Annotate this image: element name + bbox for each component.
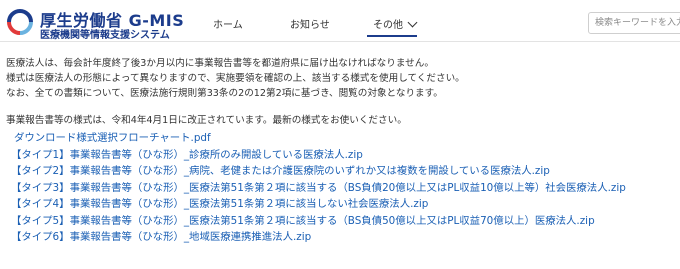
chevron-down-icon — [407, 17, 418, 28]
download-link-type6[interactable]: 【タイプ6】事業報告書等（ひな形）_地域医療連携推進法人.zip — [6, 229, 676, 246]
site-header: 厚生労働省 G-MIS 医療機関等情報支援システム ホーム お知らせ その他 — [0, 0, 680, 42]
site-logo[interactable]: 厚生労働省 G-MIS 医療機関等情報支援システム — [6, 6, 206, 41]
download-link-type1[interactable]: 【タイプ1】事業報告書等（ひな形）_診療所のみ開設している医療法人.zip — [6, 147, 676, 164]
mhlw-logo-mark — [7, 9, 33, 35]
download-link-type2[interactable]: 【タイプ2】事業報告書等（ひな形）_病院、老健または介護医療院のいずれか又は複数… — [6, 163, 676, 180]
intro-line-3: なお、全ての書類について、医療法施行規則第33条の2の12第2項に基づき、閲覧の… — [6, 88, 443, 99]
main-content: 医療法人は、毎会計年度終了後3か月以内に事業報告書等を都道府県に届け出なければな… — [6, 56, 676, 246]
nav-other-label: その他 — [373, 20, 403, 31]
download-link-type4[interactable]: 【タイプ4】事業報告書等（ひな形）_医療法第51条第２項に該当しない社会医療法人… — [6, 196, 676, 213]
download-link-type3[interactable]: 【タイプ3】事業報告書等（ひな形）_医療法第51条第２項に該当する（BS負債20… — [6, 180, 676, 197]
nav-home[interactable]: ホーム — [213, 16, 243, 31]
form-notice: 事業報告書等の様式は、令和4年4月1日に改正されています。最新の様式をお使いくだ… — [6, 115, 407, 126]
nav-news[interactable]: お知らせ — [290, 16, 330, 31]
search-input[interactable] — [588, 12, 680, 34]
download-link-flowchart[interactable]: ダウンロード様式選択フローチャート.pdf — [6, 130, 676, 147]
intro-line-1: 医療法人は、毎会計年度終了後3か月以内に事業報告書等を都道府県に届け出なければな… — [6, 58, 434, 69]
download-list: ダウンロード様式選択フローチャート.pdf 【タイプ1】事業報告書等（ひな形）_… — [6, 130, 676, 246]
intro-line-2: 様式は医療法人の形態によって異なりますので、実施要領を確認の上、該当する様式を使… — [6, 73, 465, 84]
download-link-type5[interactable]: 【タイプ5】事業報告書等（ひな形）_医療法第51条第２項に該当する（BS負債50… — [6, 213, 676, 230]
nav-other-menu[interactable]: その他 — [373, 16, 418, 31]
logo-subtitle: 医療機関等情報支援システム — [40, 30, 170, 41]
nav-active-indicator — [367, 35, 417, 37]
